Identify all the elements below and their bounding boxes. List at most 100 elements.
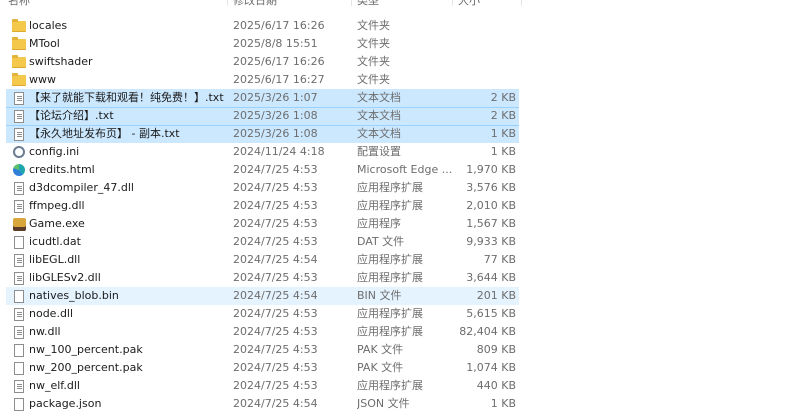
file-row[interactable]: Game.exe 2024/7/25 4:53 应用程序 1,567 KB bbox=[0, 215, 800, 233]
file-row[interactable]: d3dcompiler_47.dll 2024/7/25 4:53 应用程序扩展 3,… bbox=[0, 179, 800, 197]
file-name: d3dcompiler_47.dll bbox=[29, 181, 134, 194]
file-name: nw_elf.dll bbox=[29, 379, 80, 392]
file-row[interactable]: package.json 2024/7/25 4:54 JSON 文件 1 KB bbox=[0, 395, 800, 413]
file-date: 2024/7/25 4:53 bbox=[233, 361, 318, 374]
file-row[interactable]: 【论坛介绍】.txt 2025/3/26 1:08 文本文档 2 KB bbox=[0, 107, 800, 125]
file-size bbox=[458, 53, 516, 71]
file-icon-cell bbox=[11, 377, 27, 395]
column-header-name[interactable]: 名称 bbox=[8, 0, 30, 8]
column-divider[interactable] bbox=[521, 0, 522, 6]
folder-icon bbox=[12, 36, 26, 50]
file-type: 应用程序扩展 bbox=[357, 307, 423, 320]
file-row[interactable]: nw_200_percent.pak 2024/7/25 4:53 PAK 文件 1,… bbox=[0, 359, 800, 377]
file-size: 1 KB bbox=[490, 127, 516, 140]
dll-file-icon bbox=[14, 199, 24, 213]
file-date: 2024/11/24 4:18 bbox=[233, 145, 325, 158]
file-size bbox=[458, 71, 516, 89]
file-size: 1 KB bbox=[490, 397, 516, 410]
file-date: 2024/7/25 4:53 bbox=[233, 307, 318, 320]
file-row[interactable]: icudtl.dat 2024/7/25 4:53 DAT 文件 9,933 KB bbox=[0, 233, 800, 251]
file-row[interactable]: nw_elf.dll 2024/7/25 4:53 应用程序扩展 440 KB bbox=[0, 377, 800, 395]
file-type: JSON 文件 bbox=[357, 397, 410, 410]
column-header-size[interactable]: 大小 bbox=[458, 0, 480, 8]
file-icon-cell bbox=[11, 287, 27, 305]
file-row[interactable]: MTool 2025/8/8 15:51 文件夹 bbox=[0, 35, 800, 53]
file-type: 文件夹 bbox=[357, 55, 390, 68]
file-row[interactable]: 【来了就能下载和观看！纯免费！】.txt 2025/3/26 1:07 文本文档 2 … bbox=[0, 89, 800, 107]
dll-file-icon bbox=[14, 271, 24, 285]
file-icon-cell bbox=[11, 323, 27, 341]
file-row[interactable]: credits.html 2024/7/25 4:53 Microsoft Edge… bbox=[0, 161, 800, 179]
file-icon-cell bbox=[11, 53, 27, 71]
file-type: 文本文档 bbox=[357, 91, 401, 104]
file-name: node.dll bbox=[29, 307, 74, 320]
file-row[interactable]: node.dll 2024/7/25 4:53 应用程序扩展 5,615 KB bbox=[0, 305, 800, 323]
file-type: 文本文档 bbox=[357, 109, 401, 122]
file-size: 1 KB bbox=[490, 145, 516, 158]
file-row[interactable]: locales 2025/6/17 16:26 文件夹 bbox=[0, 17, 800, 35]
column-header-type[interactable]: 类型 bbox=[357, 0, 379, 8]
file-size: 201 KB bbox=[476, 289, 516, 302]
file-icon-cell bbox=[11, 197, 27, 215]
file-type: Microsoft Edge ... bbox=[357, 163, 453, 176]
file-icon bbox=[14, 343, 24, 357]
column-divider[interactable] bbox=[227, 0, 228, 6]
file-date: 2025/3/26 1:08 bbox=[233, 109, 318, 122]
file-name: config.ini bbox=[29, 145, 80, 158]
file-date: 2024/7/25 4:53 bbox=[233, 217, 318, 230]
text-file-icon bbox=[14, 91, 24, 105]
file-icon bbox=[14, 289, 24, 303]
file-row[interactable]: swiftshader 2025/6/17 16:26 文件夹 bbox=[0, 53, 800, 71]
file-name: ffmpeg.dll bbox=[29, 199, 85, 212]
file-row[interactable]: www 2025/6/17 16:27 文件夹 bbox=[0, 71, 800, 89]
file-date: 2024/7/25 4:53 bbox=[233, 199, 318, 212]
file-size: 1,567 KB bbox=[466, 217, 516, 230]
settings-file-icon bbox=[13, 146, 25, 158]
file-name: locales bbox=[29, 19, 68, 32]
file-type: 应用程序扩展 bbox=[357, 271, 423, 284]
file-icon-cell bbox=[11, 395, 27, 413]
file-icon bbox=[14, 397, 24, 411]
file-size: 1,970 KB bbox=[466, 163, 516, 176]
file-row[interactable]: libEGL.dll 2024/7/25 4:54 应用程序扩展 77 KB bbox=[0, 251, 800, 269]
file-size: 5,615 KB bbox=[466, 307, 516, 320]
file-name: MTool bbox=[29, 37, 60, 50]
file-size bbox=[458, 35, 516, 53]
file-row[interactable]: nw.dll 2024/7/25 4:53 应用程序扩展 82,404 KB bbox=[0, 323, 800, 341]
file-date: 2025/8/8 15:51 bbox=[233, 37, 318, 50]
file-size: 2,010 KB bbox=[466, 199, 516, 212]
file-row[interactable]: 【永久地址发布页】 - 副本.txt 2025/3/26 1:08 文本文档 1 KB bbox=[0, 125, 800, 143]
column-header-bar: 名称 修改日期 类型 大小 bbox=[0, 0, 800, 8]
file-type: 文件夹 bbox=[357, 19, 390, 32]
dll-file-icon bbox=[14, 181, 24, 195]
file-icon-cell bbox=[11, 89, 27, 107]
file-type: 文件夹 bbox=[357, 37, 390, 50]
file-size: 3,576 KB bbox=[466, 181, 516, 194]
file-size bbox=[458, 17, 516, 35]
file-row[interactable]: libGLESv2.dll 2024/7/25 4:53 应用程序扩展 3,644 K… bbox=[0, 269, 800, 287]
column-divider[interactable] bbox=[351, 0, 352, 6]
file-type: BIN 文件 bbox=[357, 289, 402, 302]
file-icon-cell bbox=[11, 341, 27, 359]
file-date: 2025/3/26 1:08 bbox=[233, 127, 318, 140]
text-file-icon bbox=[14, 127, 24, 141]
file-name: nw.dll bbox=[29, 325, 61, 338]
file-row[interactable]: ffmpeg.dll 2024/7/25 4:53 应用程序扩展 2,010 KB bbox=[0, 197, 800, 215]
file-icon-cell bbox=[11, 251, 27, 269]
file-size: 1,074 KB bbox=[466, 361, 516, 374]
file-row[interactable]: natives_blob.bin 2024/7/25 4:54 BIN 文件 201 … bbox=[0, 287, 800, 305]
file-size: 3,644 KB bbox=[466, 271, 516, 284]
column-header-date[interactable]: 修改日期 bbox=[233, 0, 277, 8]
file-date: 2025/3/26 1:07 bbox=[233, 91, 318, 104]
file-icon-cell bbox=[11, 179, 27, 197]
file-name: libEGL.dll bbox=[29, 253, 81, 266]
file-name: 【论坛介绍】.txt bbox=[29, 109, 114, 122]
file-type: 应用程序扩展 bbox=[357, 379, 423, 392]
file-icon bbox=[14, 235, 24, 249]
file-type: 文件夹 bbox=[357, 73, 390, 86]
file-date: 2024/7/25 4:53 bbox=[233, 379, 318, 392]
column-divider[interactable] bbox=[452, 0, 453, 6]
file-row[interactable]: config.ini 2024/11/24 4:18 配置设置 1 KB bbox=[0, 143, 800, 161]
file-row[interactable]: nw_100_percent.pak 2024/7/25 4:53 PAK 文件 80… bbox=[0, 341, 800, 359]
file-date: 2024/7/25 4:53 bbox=[233, 343, 318, 356]
